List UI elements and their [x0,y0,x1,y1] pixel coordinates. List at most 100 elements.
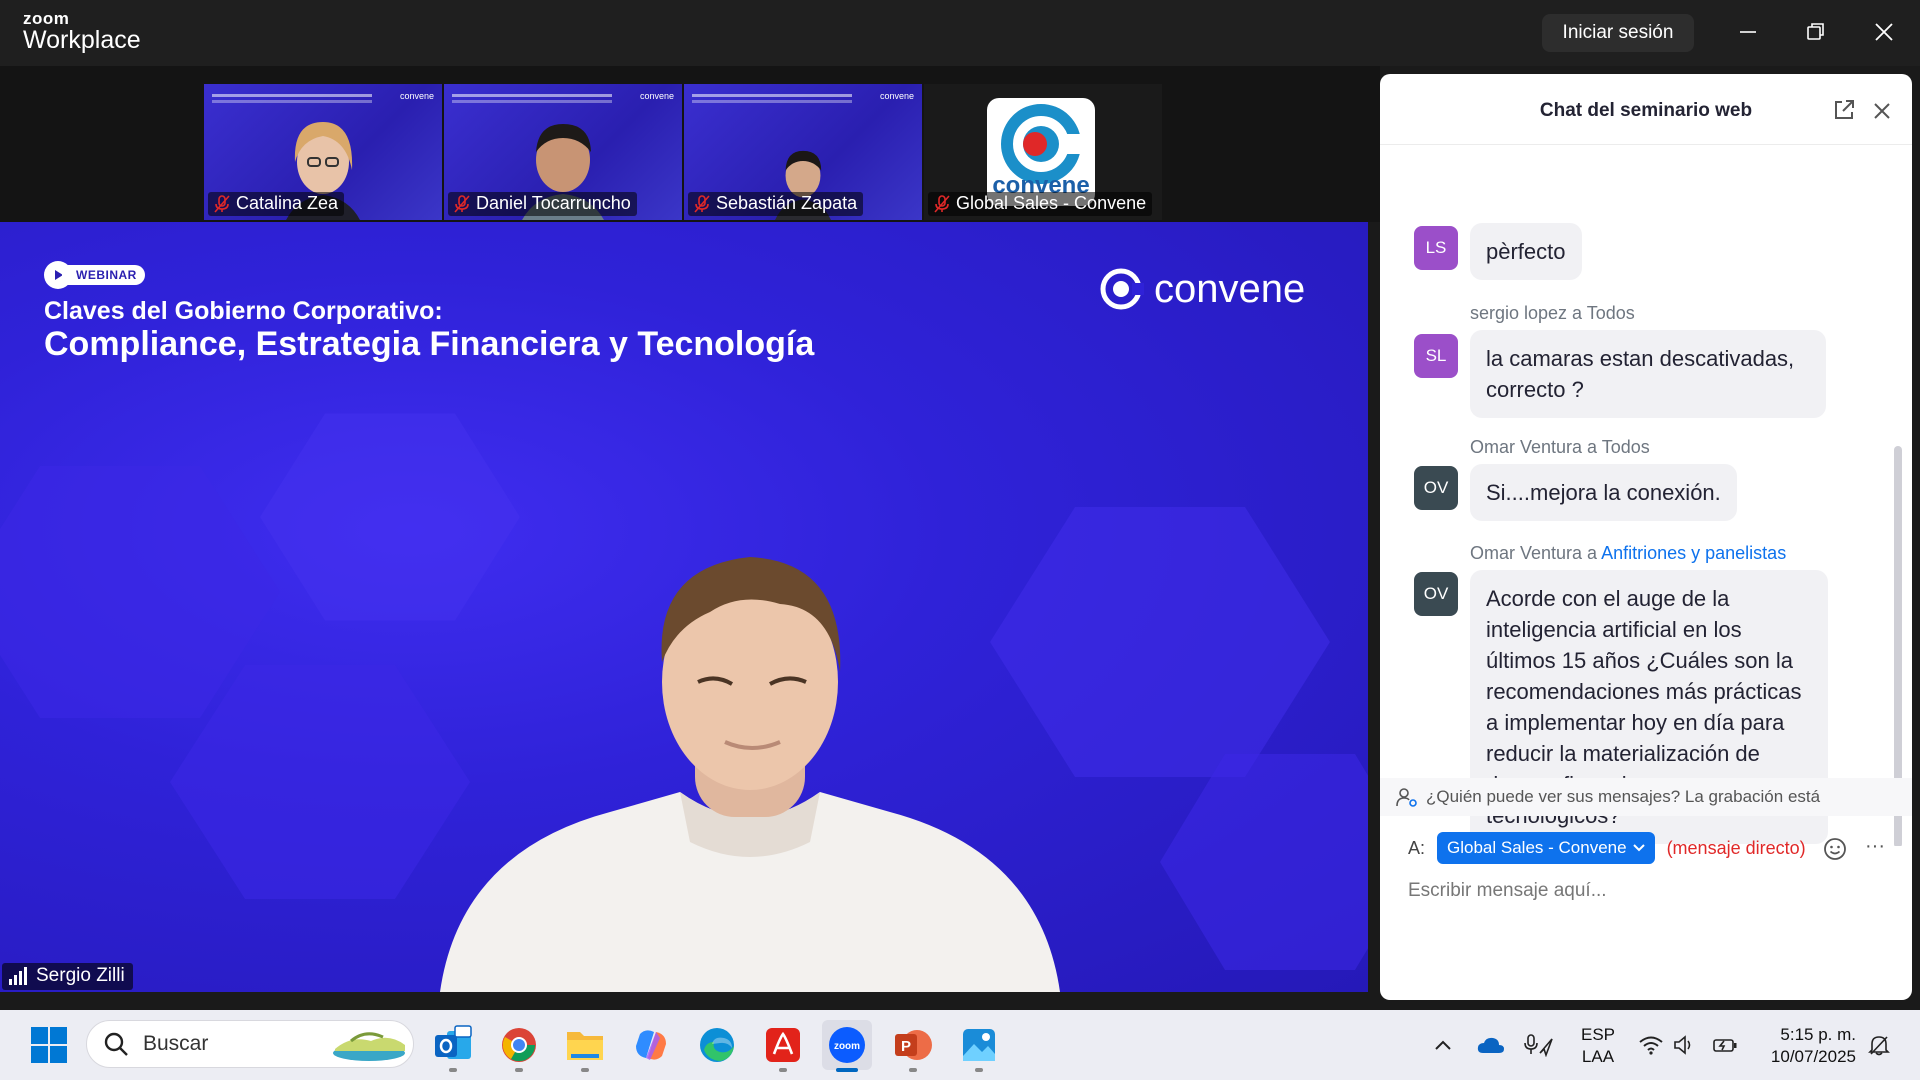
zoom-icon: zoom [829,1027,865,1063]
restore-button[interactable] [1794,14,1838,50]
taskbar-app-outlook[interactable] [428,1020,478,1072]
participant-name: Catalina Zea [236,193,339,213]
participant-name: Daniel Tocarruncho [476,193,631,213]
search-input[interactable] [141,1031,315,1057]
pop-out-icon[interactable] [1832,98,1856,122]
convene-mark-icon [1100,268,1144,310]
thumbnail-brand: convene [399,91,434,101]
outlook-icon [435,1025,472,1059]
zoom-workplace-logo: zoom Workplace [23,10,141,53]
edge-icon [700,1028,734,1062]
message-recipient-link[interactable]: Anfitriones y panelistas [1601,543,1786,563]
main-video[interactable]: WEBINAR Claves del Gobierno Corporativo:… [0,222,1368,992]
microphone-location-tray[interactable] [1522,1026,1556,1064]
battery-charging-icon [1713,1039,1737,1052]
file-explorer-icon [567,1032,603,1060]
taskbar-app-powerpoint[interactable]: P [888,1020,938,1072]
close-icon [1875,23,1893,41]
privacy-notice[interactable]: ¿Quién puede ver sus mensajes? La grabac… [1380,778,1912,816]
chat-message-input[interactable] [1406,872,1890,910]
close-icon[interactable] [1871,100,1893,122]
close-window-button[interactable] [1862,14,1906,50]
recipient-dropdown[interactable]: Global Sales - Convene [1437,832,1655,864]
language-code: ESP [1580,1025,1616,1044]
convene-brand: convene [1098,266,1305,312]
battery-tray[interactable] [1708,1026,1742,1064]
chat-header: Chat del seminario web [1380,74,1912,145]
notifications-button[interactable] [1862,1026,1896,1064]
sign-in-button[interactable]: Iniciar sesión [1542,14,1694,52]
speaker-volume-icon [1674,1035,1691,1055]
speaker-name: Sergio Zilli [36,965,125,986]
message-sender-name: Omar Ventura a [1470,543,1598,563]
onedrive-tray[interactable] [1474,1026,1508,1064]
svg-text:P: P [901,1038,911,1055]
participant-thumbnail[interactable]: convene Sebastián Zapata [684,84,922,220]
powerpoint-icon: P [895,1030,932,1060]
acrobat-icon [766,1028,800,1062]
more-options-button[interactable]: ··· [1862,836,1888,862]
participant-thumbnail[interactable]: convene Catalina Zea [204,84,442,220]
convene-logo: convene [987,98,1095,206]
participant-name: Global Sales - Convene [956,193,1147,213]
restore-icon [1807,23,1824,40]
show-hidden-icons-button[interactable] [1426,1026,1460,1064]
taskbar-app-acrobat[interactable] [758,1020,808,1072]
avatar: OV [1414,572,1458,616]
windows-start-icon[interactable] [30,1026,68,1064]
taskbar-app-zoom[interactable]: zoom [822,1020,872,1072]
clock-time: 5:15 p. m. [1780,1025,1856,1044]
mic-muted-icon [454,194,470,213]
thumbnail-brand: convene [879,91,914,101]
taskbar-clock[interactable]: 5:15 p. m. 10/07/2025 [1750,1024,1856,1068]
copilot-icon [636,1030,666,1060]
search-highlight-icon [333,1032,405,1061]
webinar-badge: WEBINAR [44,261,145,289]
notification-bell-icon [1868,1036,1890,1056]
speaker-video-image [440,557,1060,992]
minimize-button[interactable] [1726,14,1770,50]
chevron-up-icon [1435,1040,1451,1050]
taskbar-app-photos[interactable] [954,1020,1004,1072]
slide-title-line2: Compliance, Estrategia Financiera y Tecn… [44,325,815,363]
speaker-name-label: Sergio Zilli [2,963,133,990]
recipient-name: Global Sales - Convene [1447,838,1627,857]
participant-name-label: Daniel Tocarruncho [448,192,637,216]
volume-tray[interactable] [1668,1026,1702,1064]
search-icon [104,1032,128,1056]
microphone-icon [1524,1034,1553,1057]
cloud-icon [1477,1037,1504,1053]
participant-name-label: Global Sales - Convene [928,192,1153,216]
message-sender: Omar Ventura a Todos [1470,437,1650,457]
participant-thumbnail[interactable]: convene Global Sales - Convene [924,84,1162,220]
direct-message-label: (mensaje directo) [1666,837,1806,858]
avatar: LS [1414,226,1458,270]
taskbar-app-file-explorer[interactable] [560,1020,610,1072]
participant-name-label: Sebastián Zapata [688,192,864,216]
minimize-icon [1740,31,1756,33]
message-sender: Omar Ventura a Anfitriones y panelistas [1470,543,1786,564]
participant-thumbnail[interactable]: convene Daniel Tocarruncho [444,84,682,220]
people-privacy-icon [1396,788,1417,807]
taskbar-app-copilot[interactable] [626,1020,676,1070]
message-bubble: la camaras estan descativadas, correcto … [1470,330,1826,418]
chat-panel: Chat del seminario web LS pèrfecto sergi… [1380,74,1912,1000]
recipient-row: A: Global Sales - Convene (mensaje direc… [1408,832,1806,864]
webinar-badge-label: WEBINAR [62,265,145,285]
to-label: A: [1408,837,1426,858]
mic-muted-icon [934,194,950,213]
thumbnail-brand: convene [639,91,674,101]
taskbar-app-edge[interactable] [692,1020,742,1070]
chat-messages[interactable]: LS pèrfecto sergio lopez a Todos SL la c… [1380,146,1912,846]
taskbar-search[interactable] [86,1020,414,1068]
photos-icon [963,1029,995,1061]
wifi-tray[interactable] [1634,1026,1668,1064]
taskbar-app-chrome[interactable] [494,1020,544,1072]
brand-large: Workplace [23,26,141,54]
input-language[interactable]: ESP LAA [1578,1024,1618,1068]
emoji-icon[interactable] [1822,836,1848,862]
chrome-icon [502,1028,536,1062]
clock-date: 10/07/2025 [1770,1047,1856,1066]
avatar: SL [1414,334,1458,378]
mic-muted-icon [694,194,710,213]
